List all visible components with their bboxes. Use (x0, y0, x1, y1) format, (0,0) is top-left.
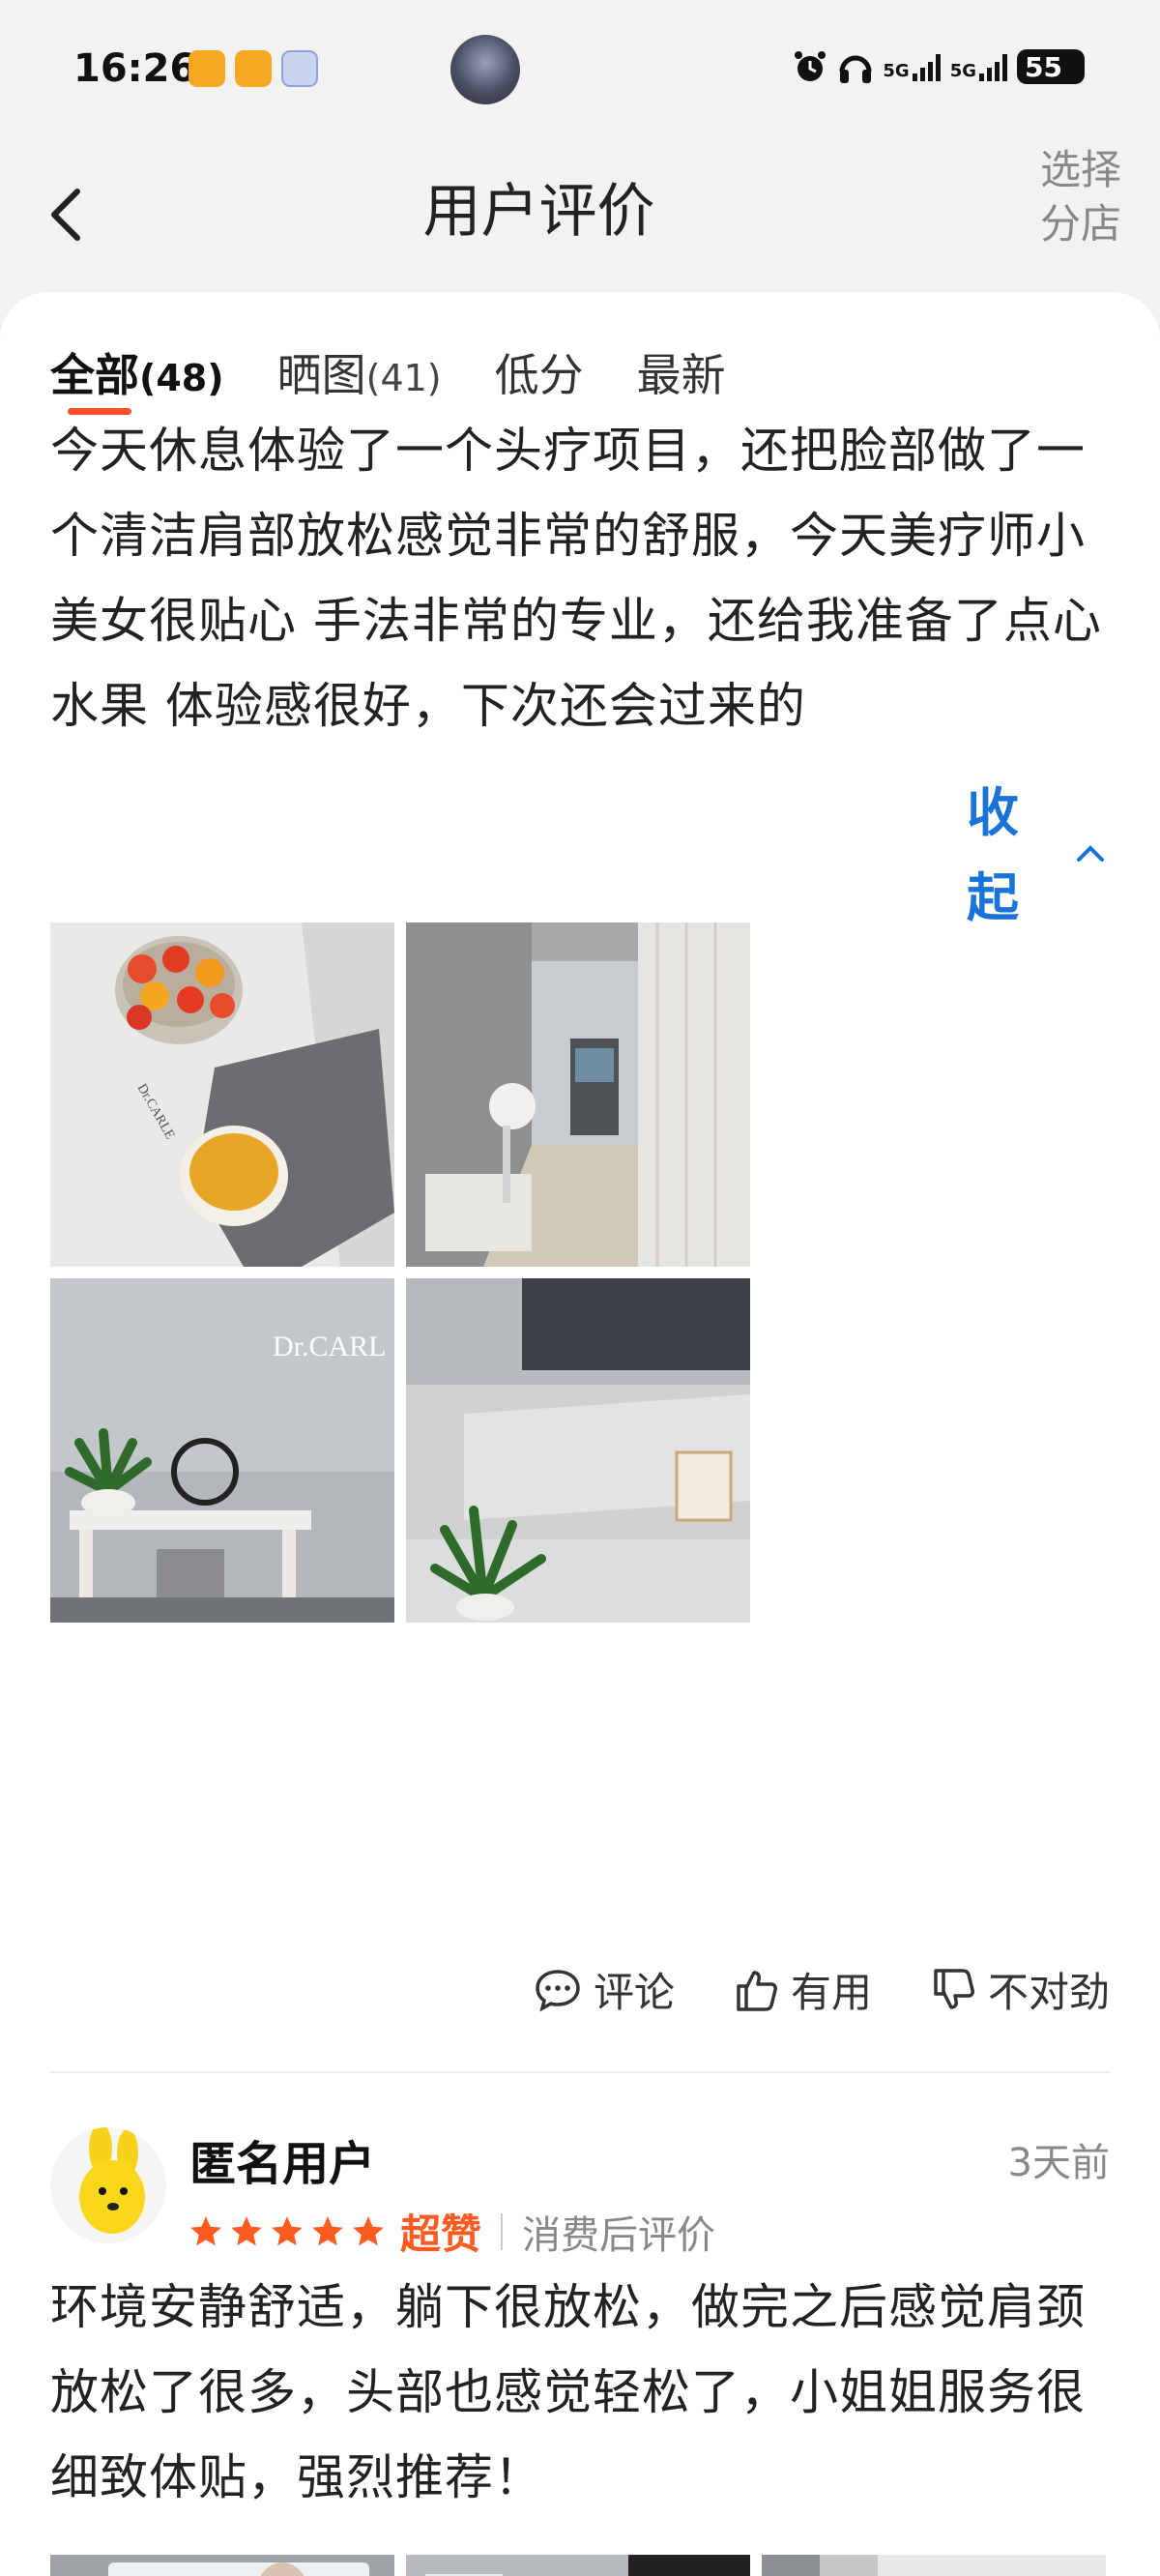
bunny-mascot-icon (50, 2127, 166, 2243)
review-photo[interactable] (50, 2555, 394, 2576)
avatar[interactable] (50, 2127, 166, 2243)
not-right-button[interactable]: 不对劲 (930, 1960, 1110, 2019)
review-photo[interactable] (406, 2555, 750, 2576)
useful-label: 有用 (790, 1969, 872, 2016)
not-right-label: 不对劲 (987, 1969, 1110, 2016)
comment-icon (536, 1969, 580, 2011)
collapse-button[interactable]: 收起 (967, 771, 1121, 941)
review-time: 3天前 (1007, 2141, 1110, 2185)
review-photo[interactable] (406, 922, 750, 1267)
comment-label: 评论 (593, 1969, 675, 2016)
tab-all[interactable]: 全部(48) (50, 340, 224, 415)
star-icon (190, 2215, 221, 2245)
signal-strength-icon: 5G (883, 52, 941, 81)
battery-icon: 55 (1017, 49, 1085, 84)
rating-word: 超赞 (400, 2210, 482, 2258)
rating-row: 超赞 消费后评价 (188, 2202, 715, 2261)
review-text: 今天休息体验了一个头疗项目，还把脸部做了一个清洁肩部放松感觉非常的舒服，今天美疗… (50, 423, 1102, 734)
star-icon (231, 2215, 262, 2245)
review-photo[interactable] (762, 2555, 1106, 2576)
comment-button[interactable]: 评论 (534, 1960, 675, 2019)
star-icon (312, 2215, 343, 2245)
status-bar: 16:26 5G 5G 55 (0, 0, 1160, 135)
app-notification-icon (188, 50, 225, 87)
tab-label: 晒图 (276, 349, 366, 401)
chevron-up-icon (1077, 845, 1104, 862)
tab-label: 全部 (50, 349, 139, 401)
filter-tabs: 全部(48) 晒图(41) 低分 最新 (50, 340, 779, 415)
photo-fruit-bowl: Dr.CARLE (50, 922, 394, 1267)
tab-label: 最新 (636, 349, 726, 401)
headphones-icon (839, 55, 872, 83)
reviews-card: 全部(48) 晒图(41) 低分 最新 今天休息体验了一个头疗项目，还把脸部做了… (0, 292, 1160, 2576)
useful-button[interactable]: 有用 (733, 1960, 872, 2019)
thumbs-up-icon (737, 1970, 777, 2011)
tab-latest[interactable]: 最新 (637, 340, 726, 404)
review-text: 环境安静舒适，躺下很放松，做完之后感觉肩颈放松了很多，头部也感觉轻松了，小姐姐服… (50, 2279, 1086, 2505)
status-indicators: 5G 5G 55 (792, 48, 1085, 85)
review-username: 匿名用户 (189, 2137, 376, 2191)
review-divider (50, 2071, 1110, 2073)
signal-strength-icon: 5G (950, 52, 1007, 81)
star-rating (188, 2213, 387, 2250)
chat-notification-icon (281, 50, 318, 87)
status-time: 16:26 (73, 46, 197, 91)
review-photo[interactable]: Dr.CARLE (50, 922, 394, 1267)
photo-ceiling-curtains (762, 2555, 1106, 2576)
tab-label: 低分 (494, 349, 584, 401)
page-title: 用户评价 (422, 178, 655, 246)
svg-text:Dr.CARL: Dr.CARL (273, 1331, 387, 1362)
tab-low-score[interactable]: 低分 (495, 340, 584, 404)
collapse-label: 收起 (967, 782, 1019, 928)
photo-poster-display (50, 2555, 394, 2576)
review-photo[interactable]: Dr.CARL (50, 1278, 394, 1623)
tab-count: (48) (139, 357, 224, 399)
thumbs-down-icon (934, 1968, 974, 2009)
alarm-icon (795, 51, 826, 81)
photo-treatment-room (406, 922, 750, 1267)
tab-count: (41) (365, 357, 442, 399)
rating-separator (501, 2212, 504, 2250)
review-actions: 评论 有用 不对劲 (534, 1960, 1110, 2019)
select-branch-button[interactable]: 选择分店 (1005, 143, 1121, 251)
star-icon (353, 2215, 384, 2245)
photo-reception-desk: Dr.CARL (50, 1278, 394, 1623)
review-photo[interactable] (406, 1278, 750, 1623)
tab-photos[interactable]: 晒图(41) (277, 340, 442, 404)
floating-avatar-icon (450, 35, 520, 104)
photo-wall-display (406, 1278, 750, 1623)
star-icon (272, 2215, 303, 2245)
app-notification-icon (235, 50, 272, 87)
app-header: 用户评价 选择分店 (0, 135, 1160, 280)
rating-note: 消费后评价 (522, 2212, 716, 2258)
photo-store-interior (406, 2555, 750, 2576)
